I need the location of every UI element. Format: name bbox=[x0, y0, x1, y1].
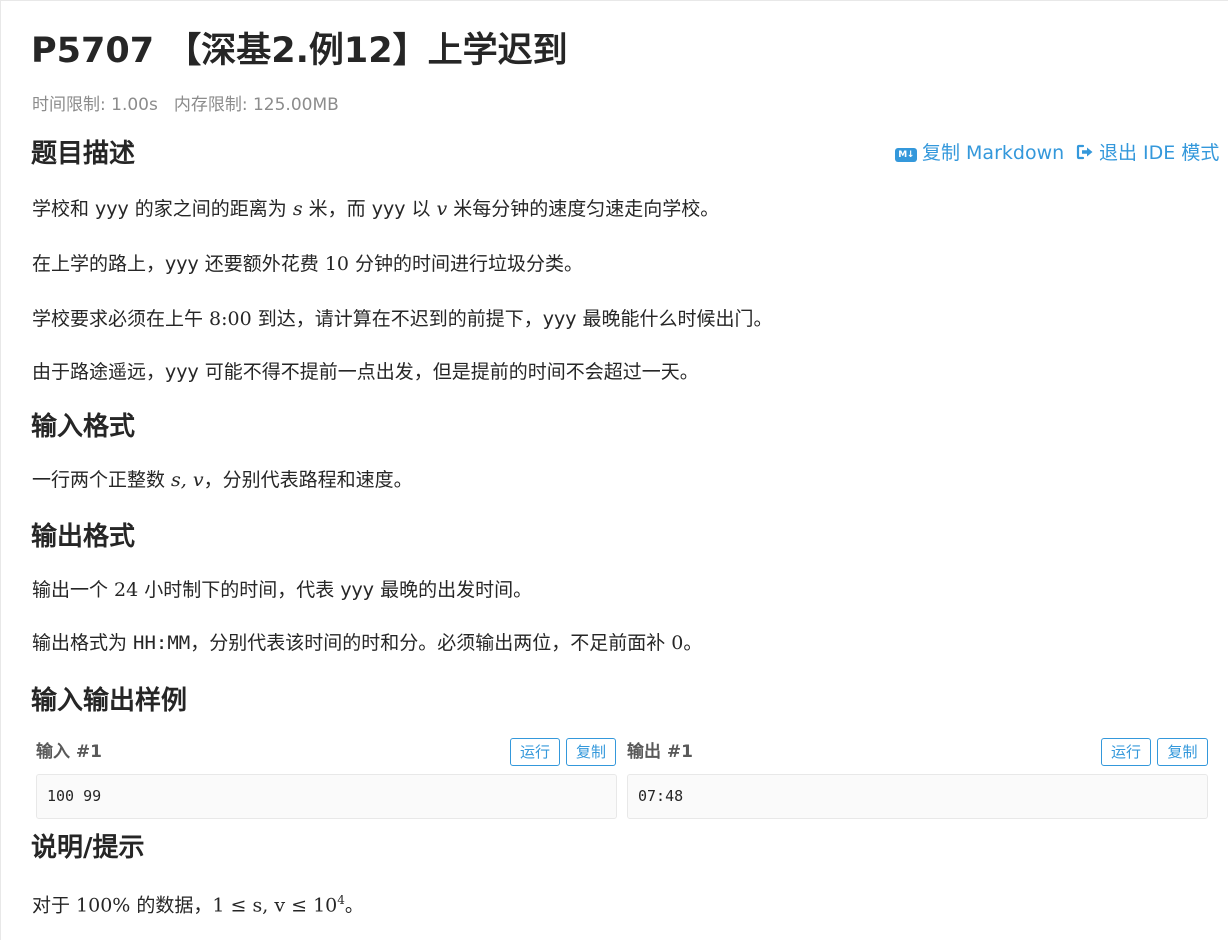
code-hh-mm: HH:MM bbox=[133, 632, 191, 654]
sample-output-label: 输出 #1 bbox=[627, 742, 693, 762]
text-run: 输出格式为 bbox=[32, 632, 134, 654]
text-run: ，分别代表路程和速度。 bbox=[203, 469, 413, 491]
sample-input-label: 输入 #1 bbox=[36, 742, 102, 762]
text-run: 到达，请计算在不迟到的前提下，yyy 最晚能什么时候出门。 bbox=[251, 308, 773, 330]
description-paragraph-2: 在上学的路上，yyy 还要额外花费 10 分钟的时间进行垃圾分类。 bbox=[32, 251, 583, 277]
description-paragraph-4: 由于路途遥远，yyy 可能不得不提前一点出发，但是提前的时间不会超过一天。 bbox=[32, 361, 699, 383]
vars-s-v: s, v bbox=[171, 469, 204, 491]
copy-markdown-label: 复制 Markdown bbox=[922, 142, 1065, 164]
var-v: v bbox=[436, 198, 448, 220]
copy-markdown-button[interactable]: M↓ 复制 Markdown bbox=[895, 140, 1064, 166]
samples-heading: 输入输出样例 bbox=[31, 686, 188, 716]
text-run: 。 bbox=[683, 632, 703, 654]
description-heading: 题目描述 bbox=[31, 139, 136, 169]
text-run: 学校要求必须在上午 bbox=[32, 308, 210, 330]
text-run: 的数据， bbox=[130, 894, 213, 917]
exit-ide-button[interactable]: 退出 IDE 模式 bbox=[1076, 140, 1219, 166]
sample-output-box[interactable]: 07:48 bbox=[627, 774, 1208, 819]
percent-100: 100% bbox=[76, 894, 131, 917]
sample-input-box[interactable]: 100 99 bbox=[36, 774, 617, 819]
copy-output-button[interactable]: 复制 bbox=[1157, 738, 1208, 766]
number-10: 10 bbox=[324, 253, 349, 275]
text-run: 对于 bbox=[32, 894, 77, 917]
text-run: 米每分钟的速度匀速走向学校。 bbox=[447, 198, 720, 220]
memory-limit: 内存限制: 125.00MB bbox=[173, 95, 339, 115]
text-run: 一行两个正整数 bbox=[32, 469, 172, 491]
text-run: 在上学的路上，yyy 还要额外花费 bbox=[32, 253, 325, 275]
number-0: 0 bbox=[671, 632, 684, 654]
output-format-paragraph-1: 输出一个 24 小时制下的时间，代表 yyy 最晚的出发时间。 bbox=[32, 577, 532, 603]
hint-paragraph: 对于 100% 的数据，1 ≤ s, v ≤ 104。 bbox=[32, 887, 364, 918]
text-run: 米，而 yyy 以 bbox=[302, 198, 437, 220]
description-paragraph-1: 学校和 yyy 的家之间的距离为 s 米，而 yyy 以 v 米每分钟的速度匀速… bbox=[32, 196, 719, 222]
problem-title: P5707 【深基2.例12】上学迟到 bbox=[31, 31, 568, 71]
time-limit: 时间限制: 1.00s bbox=[32, 95, 158, 115]
run-output-button[interactable]: 运行 bbox=[1101, 738, 1151, 766]
time-8-00: 8:00 bbox=[209, 308, 252, 330]
run-input-button[interactable]: 运行 bbox=[510, 738, 560, 766]
output-format-heading: 输出格式 bbox=[31, 522, 136, 552]
output-format-paragraph-2: 输出格式为 HH:MM，分别代表该时间的时和分。必须输出两位，不足前面补 0。 bbox=[32, 630, 702, 656]
problem-limits: 时间限制: 1.00s 内存限制: 125.00MB bbox=[32, 94, 339, 116]
copy-input-button[interactable]: 复制 bbox=[566, 738, 616, 766]
number-24: 24 bbox=[114, 579, 139, 601]
input-format-heading: 输入格式 bbox=[31, 412, 136, 442]
var-s: s bbox=[292, 198, 303, 220]
exponent: 4 bbox=[337, 893, 345, 907]
text-run: 学校和 yyy 的家之间的距离为 bbox=[32, 198, 293, 220]
text-run: 小时制下的时间，代表 yyy 最晚的出发时间。 bbox=[138, 579, 533, 601]
text-run: 分钟的时间进行垃圾分类。 bbox=[349, 253, 584, 275]
problem-card: P5707 【深基2.例12】上学迟到 时间限制: 1.00s 内存限制: 125… bbox=[0, 0, 1228, 940]
text-run: ，分别代表该时间的时和分。必须输出两位，不足前面补 bbox=[190, 632, 672, 654]
input-format-paragraph: 一行两个正整数 s, v，分别代表路程和速度。 bbox=[32, 467, 413, 493]
hint-heading: 说明/提示 bbox=[31, 833, 145, 863]
constraint-expression: 1 ≤ s, v ≤ 10 bbox=[212, 894, 338, 917]
exit-ide-label: 退出 IDE 模式 bbox=[1099, 142, 1220, 164]
text-run: 输出一个 bbox=[32, 579, 115, 601]
description-paragraph-3: 学校要求必须在上午 8:00 到达，请计算在不迟到的前提下，yyy 最晚能什么时… bbox=[32, 306, 773, 332]
exit-icon bbox=[1076, 144, 1093, 160]
text-run: 。 bbox=[344, 894, 364, 917]
markdown-icon: M↓ bbox=[895, 148, 917, 162]
